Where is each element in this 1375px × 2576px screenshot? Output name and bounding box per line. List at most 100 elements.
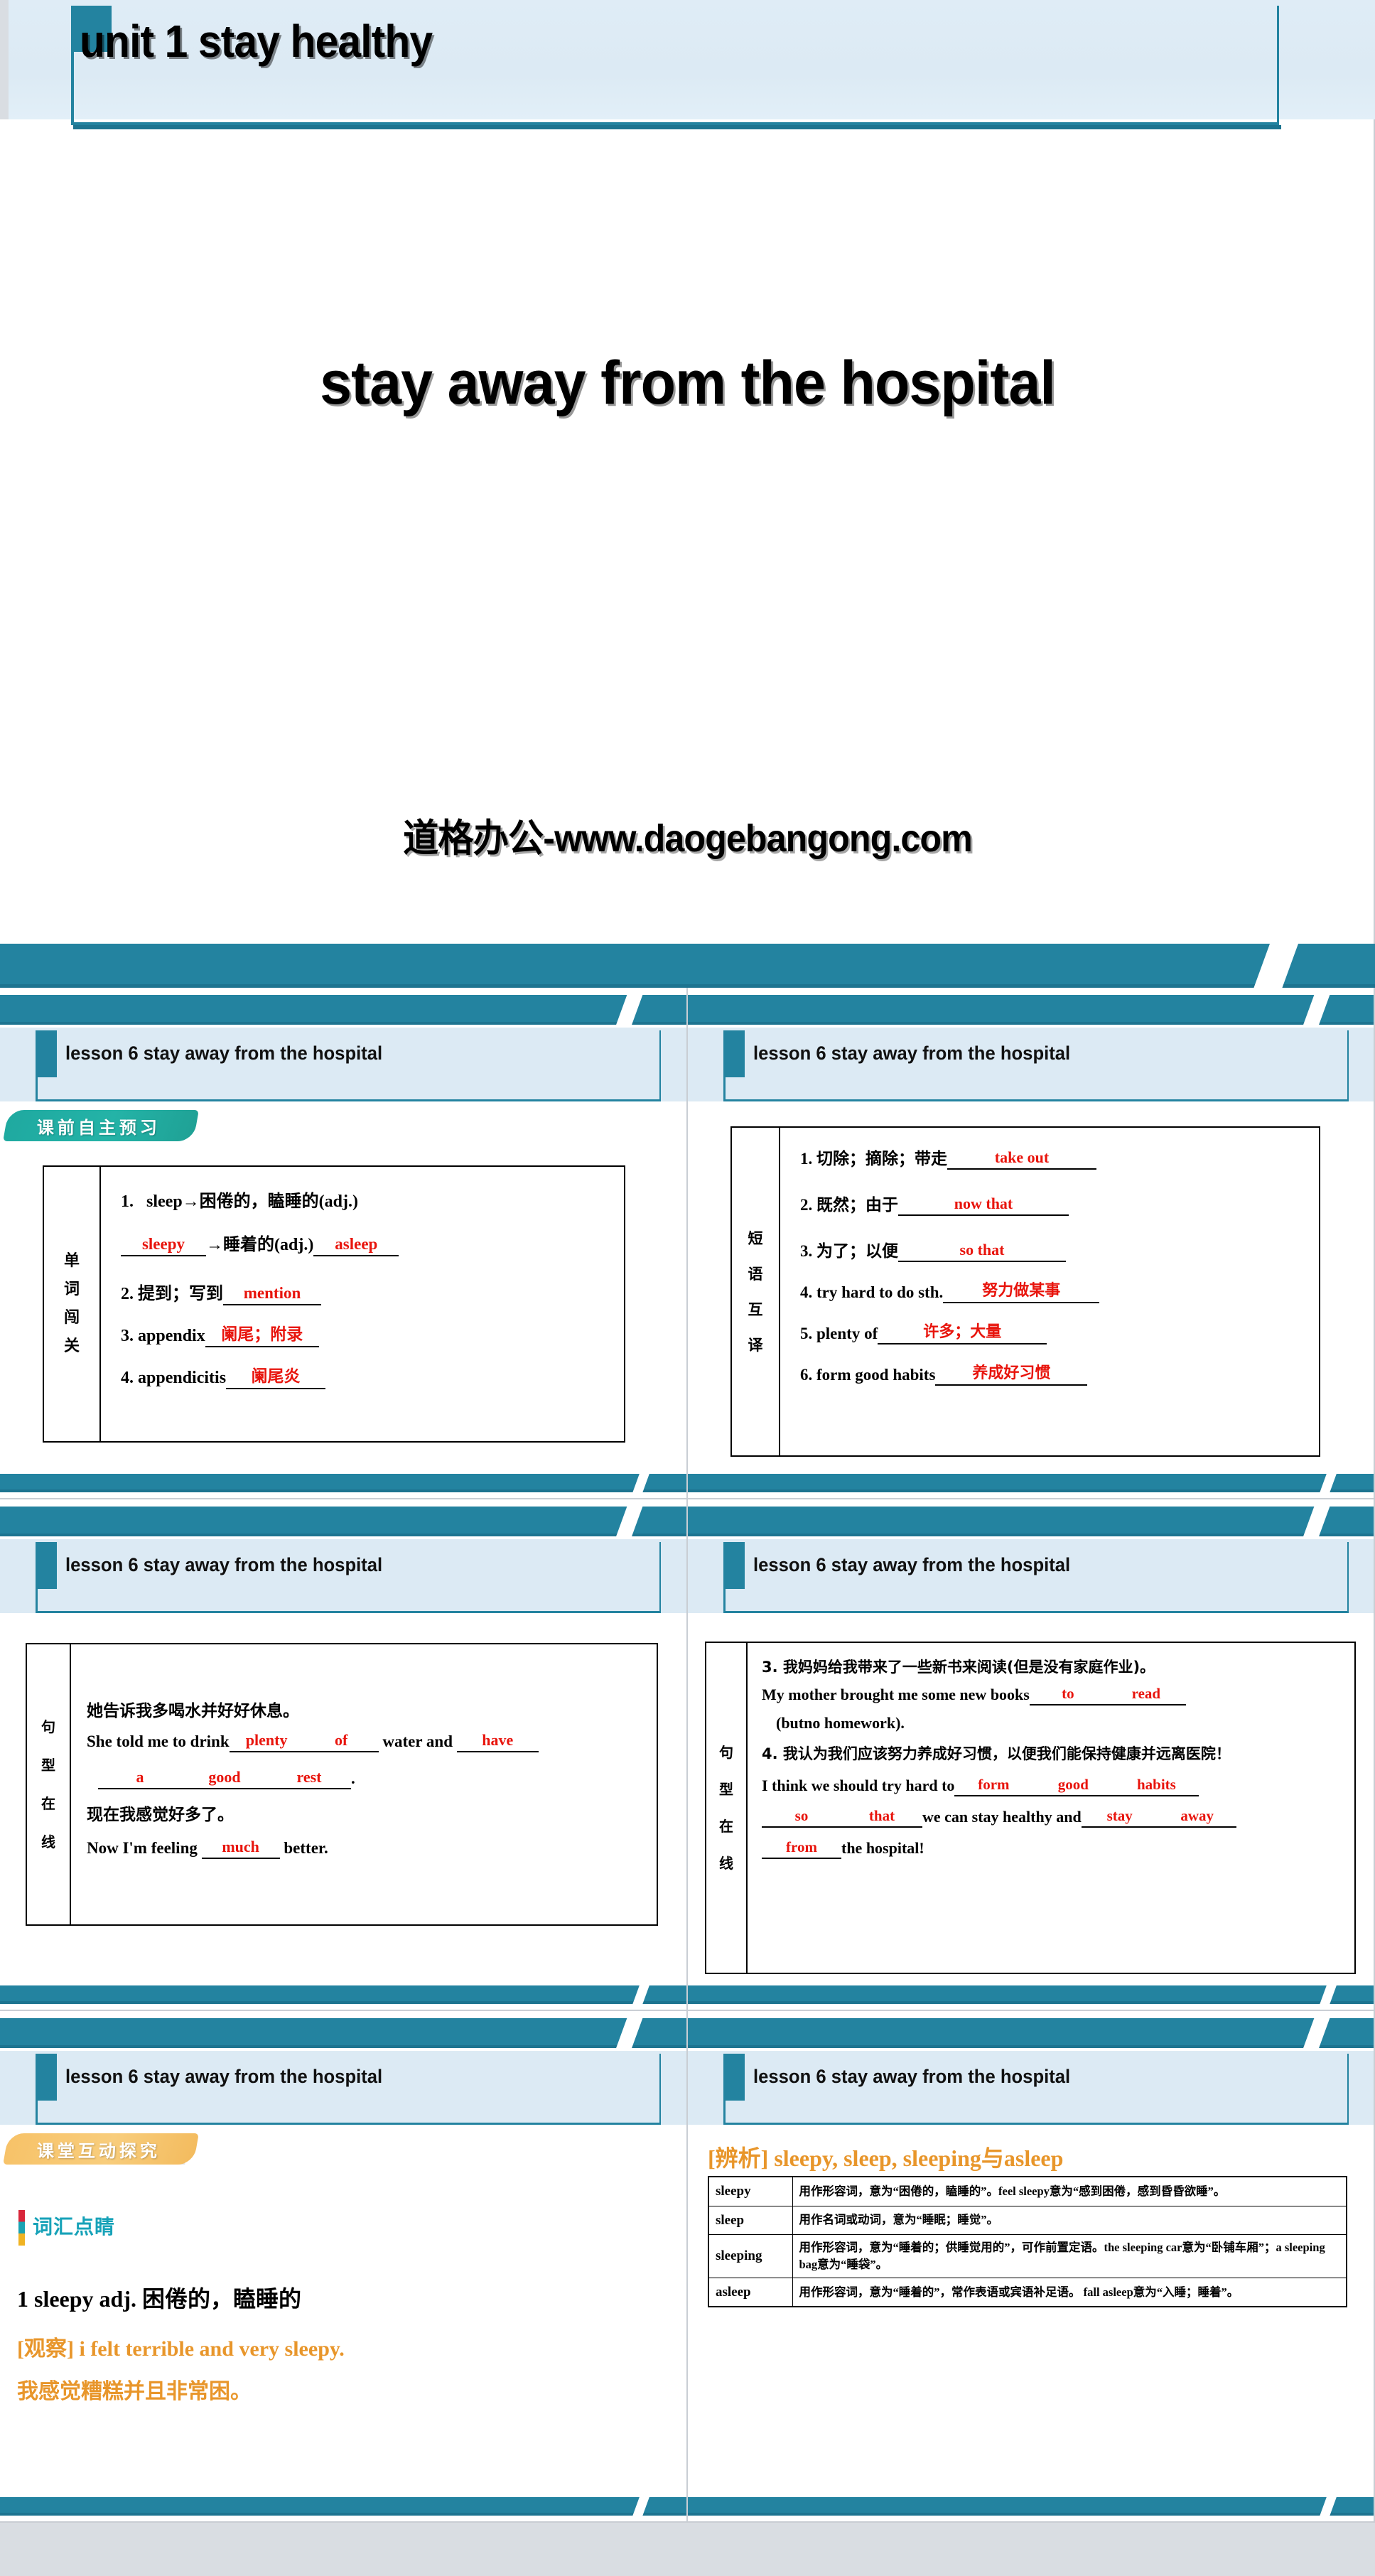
answer-good: good (208, 1768, 241, 1786)
sentence-1-cn-text: 她告诉我多喝水并好好休息。 (87, 1702, 299, 1720)
sentence-3-lead: My mother brought me some new books (762, 1686, 1030, 1703)
word-row-2-text: →睡着的(adj.) (206, 1236, 314, 1254)
answer-much: much (222, 1838, 259, 1855)
phrase-row-5: 5. plenty of 许多；大量 (800, 1323, 1309, 1344)
slide-header-title: lesson 6 stay away from the hospital (753, 2066, 1071, 2087)
blank-read: read (1106, 1685, 1186, 1705)
blank-take-out: take out (947, 1148, 1096, 1170)
lesson-main-title: stay away from the hospital (320, 349, 1056, 417)
slide-header-title: lesson 6 stay away from the hospital (65, 1042, 383, 1064)
answer-away: away (1180, 1806, 1214, 1824)
bottom-accent-bar (688, 1981, 1374, 2010)
blank-try-hard: 努力做某事 (943, 1282, 1100, 1303)
word-row-3: 2. 提到；写到 mention (121, 1279, 614, 1305)
answer-form: form (978, 1775, 1010, 1793)
header-accent-tab (723, 2054, 745, 2101)
slide-phrases: lesson 6 stay away from the hospital 短语互… (688, 988, 1375, 1499)
phrase-row-3-text: 3. 为了；以便 (800, 1242, 898, 1260)
vocab-entry: 1 sleepy adj. 困倦的，瞌睡的 (17, 2286, 302, 2312)
sentence-4-mid: we can stay healthy and (922, 1807, 1082, 1826)
phrase-row-6: 6. form good habits 养成好习惯 (800, 1364, 1309, 1386)
slide-sentences-1: lesson 6 stay away from the hospital 句型在… (0, 1499, 688, 2011)
slide-words: lesson 6 stay away from the hospital 课前自… (0, 988, 688, 1499)
bottom-bar-notch (1316, 1470, 1339, 1498)
phrases-sheet-body: 1. 切除；摘除；带走 take out 2. 既然；由于 now that 3… (780, 1128, 1319, 1455)
answer-sleepy: sleepy (141, 1235, 185, 1253)
word-row-4: 3. appendix 阑尾；附录 (121, 1325, 614, 1347)
sentence-3-num: 3. (762, 1659, 778, 1676)
sentence-4-en-3: from the hospital! (762, 1838, 1366, 1859)
compare-value-sleepy: 用作形容词，意为“困倦的，瞌睡的”。feel sleepy意为“感到困倦，感到昏… (792, 2176, 1347, 2206)
answer-try-hard: 努力做某事 (982, 1282, 1061, 1300)
sentence-4-cn: 4. 我认为我们应该努力养成好习惯，以便我们能保持健康并远离医院！ (762, 1742, 1366, 1767)
sentence-2-cn-text: 现在我感觉好多了。 (87, 1806, 234, 1824)
phrase-row-1: 1. 切除；摘除；带走 take out (800, 1145, 1309, 1170)
title-left-edge (0, 0, 9, 119)
bottom-bar-notch (629, 2493, 652, 2521)
top-accent-bar (688, 2011, 1374, 2059)
answer-read: read (1131, 1685, 1161, 1702)
bottom-bar-notch (629, 1470, 652, 1498)
section-badge-explore: 课堂互动探究 (3, 2133, 199, 2165)
bottom-accent-bar (0, 1981, 686, 2010)
answer-take-out: take out (994, 1148, 1050, 1166)
title-slide: unit 1 stay healthy stay away from the h… (0, 0, 1375, 992)
vocab-translation: 我感觉糟糕并且非常困。 (17, 2379, 252, 2404)
blank-from: from (762, 1838, 841, 1859)
sentences2-sheet: 句型在线 3. 我妈妈给我带来了一些新书来阅读(但是没有家庭作业)。 My mo… (705, 1642, 1356, 1974)
answer-habits: habits (1136, 1775, 1176, 1793)
bottom-accent-bar (688, 1470, 1374, 1498)
top-accent-bar (688, 1499, 1374, 1548)
bottom-bar-notch (1316, 2493, 1339, 2521)
section-badge-label: 课前自主预习 (37, 1117, 161, 1138)
sentences1-sheet-body: 她告诉我多喝水并好好休息。 She told me to drink plent… (71, 1644, 657, 1924)
phrase-row-4: 4. try hard to do sth. 努力做某事 (800, 1282, 1309, 1303)
bottom-bar-notch (1316, 1981, 1339, 2010)
compare-key-sleeping: sleeping (708, 2234, 793, 2278)
unit-title: unit 1 stay healthy (80, 16, 433, 67)
sentence-4-num: 4. (762, 1745, 778, 1762)
answer-appendix: 阑尾；附录 (221, 1325, 303, 1344)
bottom-bar-notch (629, 1981, 652, 2010)
header-accent-tab (36, 2054, 57, 2101)
blank-that: that (841, 1807, 922, 1828)
sentence-4-cn-text: 我认为我们应该努力养成好习惯，以便我们能保持健康并远离医院！ (782, 1745, 1231, 1762)
blank-of: of (303, 1731, 379, 1752)
answer-a: a (136, 1768, 144, 1786)
blank-appendix: 阑尾；附录 (205, 1325, 319, 1347)
blank-plenty-of: 许多；大量 (878, 1323, 1047, 1344)
word-row-1-text: 1. sleep→困倦的，瞌睡的(adj.) (121, 1192, 358, 1211)
phrase-row-6-text: 6. form good habits (800, 1366, 936, 1384)
word-row-5: 4. appendicitis 阑尾炎 (121, 1367, 614, 1389)
word-row-5-text: 4. appendicitis (121, 1369, 227, 1387)
phrase-row-5-text: 5. plenty of (800, 1325, 878, 1342)
blank-stay: stay (1081, 1807, 1158, 1828)
sentence-3-tail-text: (butno homework). (776, 1714, 905, 1732)
blank-now-that: now that (898, 1195, 1069, 1216)
answer-asleep: asleep (335, 1235, 378, 1253)
top-accent-bar (0, 2011, 686, 2059)
word-row-1: 1. sleep→困倦的，瞌睡的(adj.) (121, 1187, 614, 1212)
header-accent-tab (36, 1542, 57, 1589)
blank-good2: good (1032, 1775, 1114, 1796)
answer-have: have (482, 1731, 514, 1749)
bottom-bar-notch (1252, 942, 1299, 992)
answer-plenty-of: 许多；大量 (923, 1323, 1002, 1341)
sentence-3-cn: 3. 我妈妈给我带来了一些新书来阅读(但是没有家庭作业)。 (762, 1656, 1366, 1677)
compare-key-sleep: sleep (708, 2205, 793, 2236)
sentences1-sheet: 句型在线 她告诉我多喝水并好好休息。 She told me to drink … (26, 1643, 658, 1926)
blank-appendicitis: 阑尾炎 (226, 1367, 326, 1389)
compare-title: [辨析] sleepy, sleep, sleeping与asleep (708, 2145, 1064, 2171)
compare-value-asleep: 用作形容词，意为“睡着的”，常作表语或宾语补足语。 fall asleep意为“… (792, 2277, 1347, 2307)
slide-header-title: lesson 6 stay away from the hospital (65, 2066, 383, 2087)
compare-key-sleepy: sleepy (708, 2176, 793, 2206)
answer-good2: good (1057, 1775, 1089, 1793)
phrase-row-1-text: 1. 切除；摘除；带走 (800, 1150, 947, 1168)
answer-mention: mention (243, 1284, 301, 1302)
answer-of: of (334, 1731, 348, 1749)
sentence-4-en-1: I think we should try hard to form good … (762, 1775, 1366, 1796)
slide-grid: lesson 6 stay away from the hospital 课前自… (0, 988, 1375, 2523)
blank-so: so (762, 1807, 841, 1828)
section-badge-preview: 课前自主预习 (3, 1110, 199, 1141)
sentences1-sheet-label: 句型在线 (27, 1644, 71, 1924)
